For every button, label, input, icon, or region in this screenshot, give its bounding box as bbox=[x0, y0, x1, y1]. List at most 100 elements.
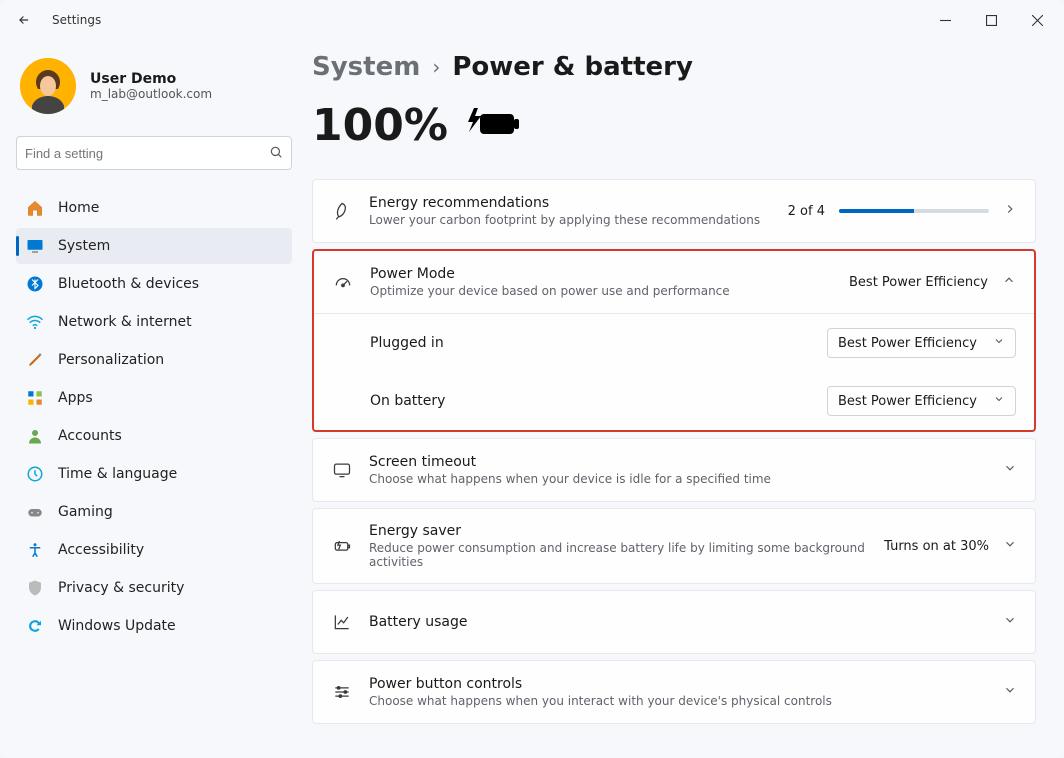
controls-icon bbox=[331, 682, 353, 702]
card-title: Power Mode bbox=[370, 266, 833, 282]
update-icon bbox=[26, 617, 44, 635]
nav-label: Accessibility bbox=[58, 542, 144, 558]
nav-label: Time & language bbox=[58, 466, 177, 482]
nav-privacy[interactable]: Privacy & security bbox=[16, 570, 292, 606]
nav-gaming[interactable]: Gaming bbox=[16, 494, 292, 530]
close-button[interactable] bbox=[1014, 0, 1060, 40]
screen-timeout-card[interactable]: Screen timeout Choose what happens when … bbox=[312, 438, 1036, 502]
search-icon bbox=[269, 144, 283, 163]
shield-icon bbox=[26, 579, 44, 597]
breadcrumb: System › Power & battery bbox=[312, 52, 1036, 82]
card-title: Power button controls bbox=[369, 676, 987, 692]
on-battery-dropdown[interactable]: Best Power Efficiency bbox=[827, 386, 1016, 416]
card-desc: Reduce power consumption and increase ba… bbox=[369, 541, 868, 569]
nav-system[interactable]: System bbox=[16, 228, 292, 264]
power-mode-header[interactable]: Power Mode Optimize your device based on… bbox=[314, 251, 1034, 313]
window-title: Settings bbox=[52, 13, 101, 27]
breadcrumb-current: Power & battery bbox=[452, 52, 693, 82]
nav-apps[interactable]: Apps bbox=[16, 380, 292, 416]
energy-recommendations-card[interactable]: Energy recommendations Lower your carbon… bbox=[312, 179, 1036, 243]
nav-label: Accounts bbox=[58, 428, 122, 444]
breadcrumb-parent[interactable]: System bbox=[312, 52, 420, 82]
minimize-button[interactable] bbox=[922, 0, 968, 40]
search-box[interactable] bbox=[16, 136, 292, 170]
nav-personalization[interactable]: Personalization bbox=[16, 342, 292, 378]
plugged-in-row: Plugged in Best Power Efficiency bbox=[314, 314, 1034, 372]
nav-label: Gaming bbox=[58, 504, 113, 520]
card-title: Battery usage bbox=[369, 614, 987, 630]
sidebar: User Demo m_lab@outlook.com Home System bbox=[0, 40, 300, 758]
on-battery-row: On battery Best Power Efficiency bbox=[314, 372, 1034, 430]
chart-icon bbox=[331, 612, 353, 632]
energy-saver-status: Turns on at 30% bbox=[884, 539, 989, 554]
profile[interactable]: User Demo m_lab@outlook.com bbox=[16, 52, 292, 132]
chevron-up-icon bbox=[1002, 273, 1016, 291]
plugged-in-dropdown[interactable]: Best Power Efficiency bbox=[827, 328, 1016, 358]
card-desc: Lower your carbon footprint by applying … bbox=[369, 213, 772, 227]
home-icon bbox=[26, 199, 44, 217]
card-desc: Choose what happens when you interact wi… bbox=[369, 694, 987, 708]
nav-bluetooth[interactable]: Bluetooth & devices bbox=[16, 266, 292, 302]
dropdown-value: Best Power Efficiency bbox=[838, 394, 977, 409]
nav-label: Privacy & security bbox=[58, 580, 184, 596]
gamepad-icon bbox=[26, 503, 44, 521]
card-desc: Optimize your device based on power use … bbox=[370, 284, 833, 298]
chevron-right-icon bbox=[1003, 202, 1017, 220]
battery-percent: 100% bbox=[312, 100, 448, 151]
clock-icon bbox=[26, 465, 44, 483]
back-button[interactable] bbox=[4, 0, 44, 40]
nav-label: Windows Update bbox=[58, 618, 176, 634]
nav-time[interactable]: Time & language bbox=[16, 456, 292, 492]
nav-accessibility[interactable]: Accessibility bbox=[16, 532, 292, 568]
maximize-button[interactable] bbox=[968, 0, 1014, 40]
on-battery-label: On battery bbox=[370, 393, 811, 409]
power-mode-card: Power Mode Optimize your device based on… bbox=[312, 249, 1036, 432]
apps-icon bbox=[26, 389, 44, 407]
nav-accounts[interactable]: Accounts bbox=[16, 418, 292, 454]
nav-label: System bbox=[58, 238, 110, 254]
chevron-down-icon bbox=[1003, 613, 1017, 631]
chevron-down-icon bbox=[993, 393, 1005, 409]
main-content: System › Power & battery 100% Energy rec… bbox=[300, 40, 1064, 758]
battery-status: 100% bbox=[312, 100, 1036, 151]
progress-label: 2 of 4 bbox=[788, 204, 825, 219]
nav-label: Network & internet bbox=[58, 314, 192, 330]
brush-icon bbox=[26, 351, 44, 369]
nav-network[interactable]: Network & internet bbox=[16, 304, 292, 340]
titlebar: Settings bbox=[0, 0, 1064, 40]
person-icon bbox=[26, 427, 44, 445]
card-title: Screen timeout bbox=[369, 454, 987, 470]
card-desc: Choose what happens when your device is … bbox=[369, 472, 987, 486]
battery-usage-card[interactable]: Battery usage bbox=[312, 590, 1036, 654]
nav-home[interactable]: Home bbox=[16, 190, 292, 226]
chevron-down-icon bbox=[1003, 537, 1017, 555]
energy-saver-card[interactable]: Energy saver Reduce power consumption an… bbox=[312, 508, 1036, 584]
nav-label: Bluetooth & devices bbox=[58, 276, 199, 292]
search-input[interactable] bbox=[25, 146, 269, 161]
profile-email: m_lab@outlook.com bbox=[90, 87, 212, 101]
profile-name: User Demo bbox=[90, 71, 212, 87]
nav-update[interactable]: Windows Update bbox=[16, 608, 292, 644]
nav-label: Home bbox=[58, 200, 99, 216]
chevron-down-icon bbox=[993, 335, 1005, 351]
progress-bar bbox=[839, 209, 989, 213]
dropdown-value: Best Power Efficiency bbox=[838, 336, 977, 351]
chevron-down-icon bbox=[1003, 683, 1017, 701]
bluetooth-icon bbox=[26, 275, 44, 293]
gauge-icon bbox=[332, 272, 354, 292]
power-mode-summary: Best Power Efficiency bbox=[849, 275, 988, 290]
chevron-down-icon bbox=[1003, 461, 1017, 479]
chevron-right-icon: › bbox=[432, 55, 440, 79]
battery-charging-icon bbox=[466, 106, 522, 146]
wifi-icon bbox=[26, 313, 44, 331]
leaf-icon bbox=[331, 201, 353, 221]
nav-label: Personalization bbox=[58, 352, 164, 368]
card-title: Energy saver bbox=[369, 523, 868, 539]
avatar bbox=[20, 58, 76, 114]
power-button-card[interactable]: Power button controls Choose what happen… bbox=[312, 660, 1036, 724]
plugged-in-label: Plugged in bbox=[370, 335, 811, 351]
monitor-icon bbox=[331, 460, 353, 480]
system-icon bbox=[26, 237, 44, 255]
nav-list: Home System Bluetooth & devices Network … bbox=[16, 190, 292, 644]
accessibility-icon bbox=[26, 541, 44, 559]
